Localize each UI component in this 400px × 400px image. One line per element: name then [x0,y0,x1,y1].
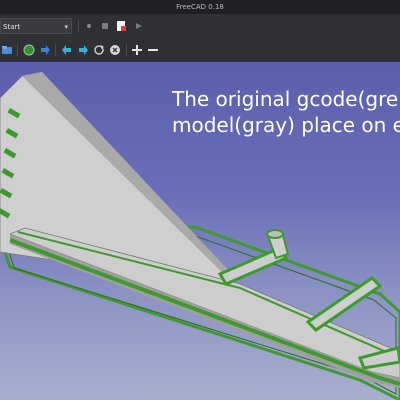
main-toolbar: Start ▾ [0,14,400,39]
back-arrow-icon[interactable] [60,43,74,57]
3d-viewport[interactable]: The original gcode(gre model(gray) place… [0,62,400,400]
toolbar-separator [17,44,18,56]
window-titlebar: FreeCAD 0.18 [0,0,400,15]
run-macro-icon[interactable] [132,19,146,33]
toolbar-separator [126,44,127,56]
toolbar-separator [78,20,79,32]
web-icon[interactable] [22,43,36,57]
chevron-down-icon: ▾ [64,23,68,31]
forward-arrow-icon[interactable] [76,43,90,57]
annotation-line-1: The original gcode(gre [172,87,399,111]
record-macro-icon[interactable] [82,19,96,33]
zoom-in-icon[interactable] [130,43,144,57]
annotation-overlay: The original gcode(gre model(gray) place… [172,86,400,138]
zoom-out-icon[interactable] [146,43,160,57]
open-icon[interactable] [0,43,14,57]
window-title: FreeCAD 0.18 [176,3,224,11]
refresh-icon[interactable] [92,43,106,57]
toolbar-separator [55,44,56,56]
annotation-line-2: model(gray) place on e [172,113,400,137]
macro-editor-icon[interactable] [114,19,128,33]
stop-icon[interactable] [108,43,122,57]
workbench-selector[interactable]: Start ▾ [0,18,72,34]
forward-arrow-icon[interactable] [38,43,52,57]
stop-macro-icon[interactable] [98,19,112,33]
workbench-selector-value: Start [3,23,21,31]
rib-2 [305,276,383,332]
navigation-toolbar [0,38,400,63]
